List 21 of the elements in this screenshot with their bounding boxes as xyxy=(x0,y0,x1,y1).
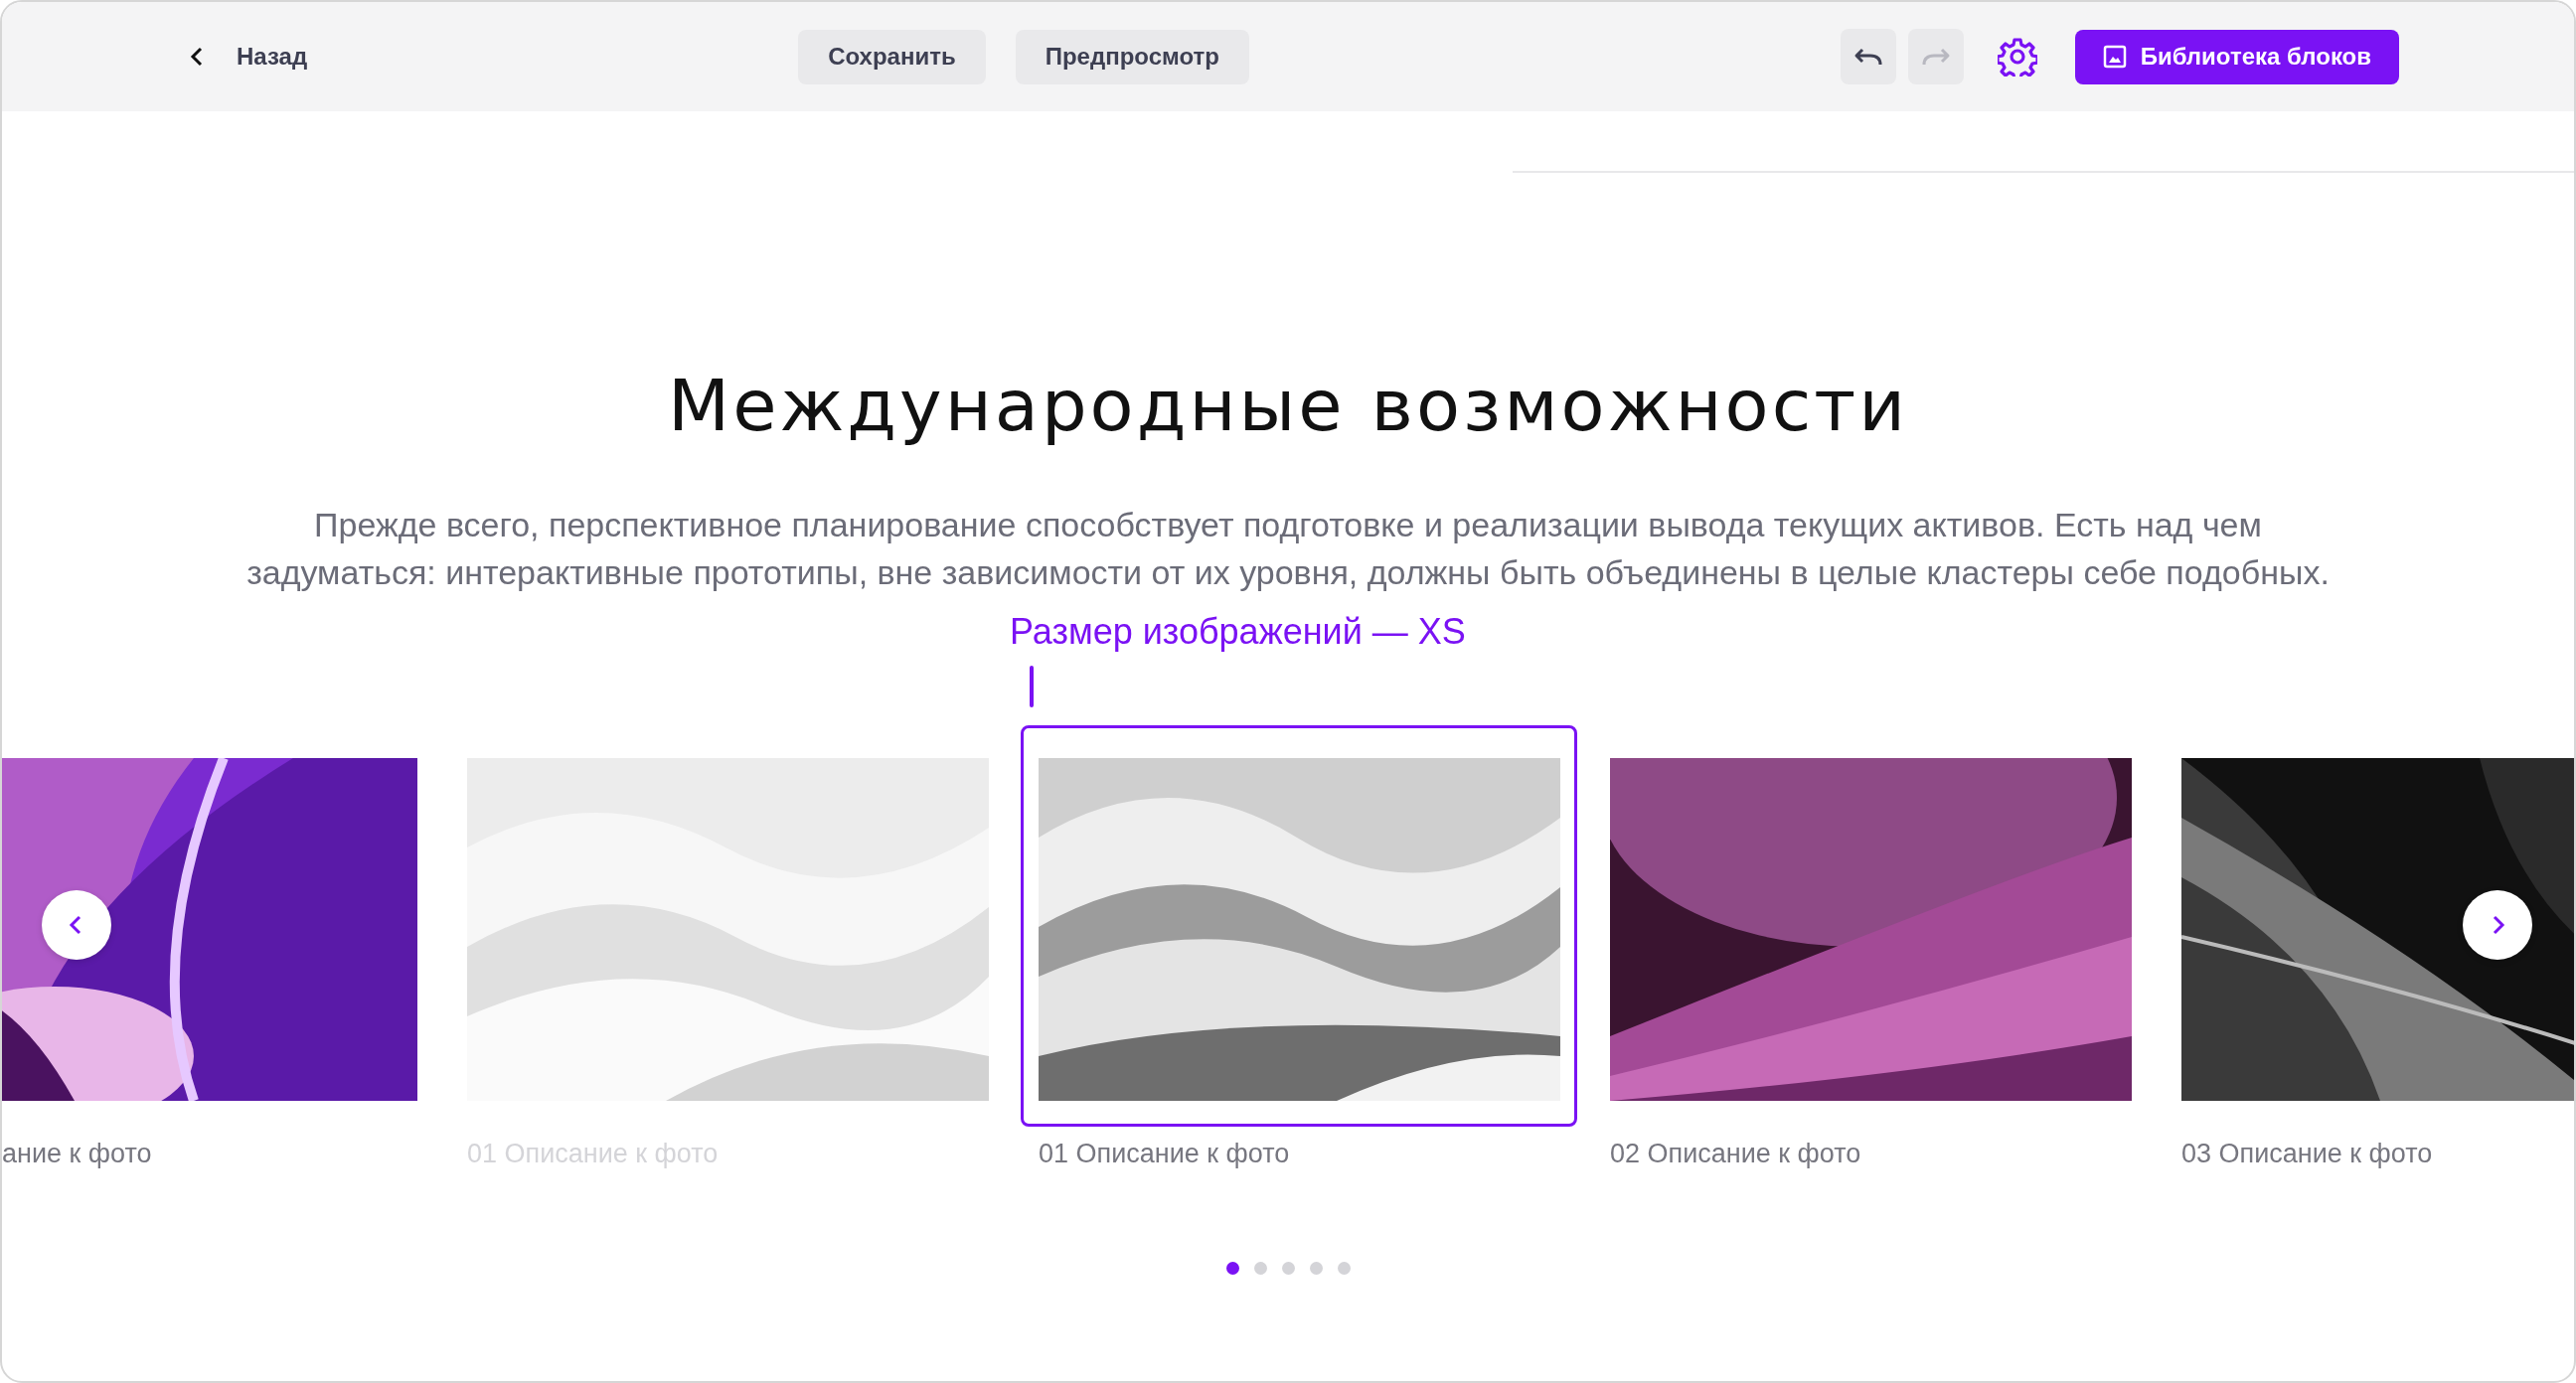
annotation-label: Размер изображений — XS xyxy=(1010,610,1467,654)
photo-caption: 01 Описание к фото xyxy=(1039,1139,1291,1169)
section-description: Прежде всего, перспективное планирование способствует подготовке и реализации вывода текущих активов. Есть над чем задуматься: интерактивные прототипы, вне зависимости от их уровня, должны быть объединены в целые кластеры себе подобных. xyxy=(245,505,2331,593)
photo-caption: 03 Описание к фото xyxy=(2181,1139,2434,1169)
save-button[interactable]: Сохранить xyxy=(798,29,986,84)
back-button[interactable]: Назад xyxy=(181,37,314,77)
undo-icon xyxy=(1852,46,1883,68)
pagination-dot[interactable] xyxy=(1253,1262,1267,1275)
block-library-button[interactable]: Библиотека блоков xyxy=(2074,29,2399,84)
photo-caption: ание к фото xyxy=(2,1139,153,1169)
settings-icon[interactable] xyxy=(1997,37,2037,77)
image-icon xyxy=(2102,45,2127,69)
preview-button[interactable]: Предпросмотр xyxy=(1015,29,1249,84)
pagination-dot[interactable] xyxy=(1225,1262,1239,1275)
leader-line xyxy=(1030,666,1034,707)
pagination-dot[interactable] xyxy=(1337,1262,1351,1275)
redo-icon xyxy=(1920,46,1951,68)
photo-caption: 02 Описание к фото xyxy=(1610,1139,1862,1169)
undo-button[interactable] xyxy=(1840,29,1896,84)
pagination-dot[interactable] xyxy=(1281,1262,1295,1275)
pagination-dot[interactable] xyxy=(1309,1262,1323,1275)
